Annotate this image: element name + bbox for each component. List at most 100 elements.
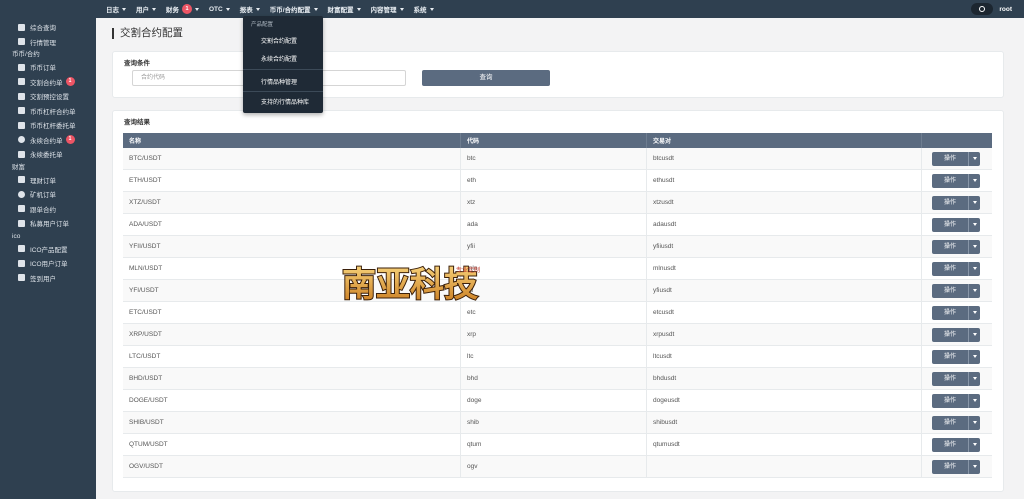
col-name-header: 名称 xyxy=(123,133,461,148)
action-button-group[interactable]: 操作 xyxy=(932,283,980,298)
action-button-group[interactable]: 操作 xyxy=(932,349,980,364)
sidebar-item-18[interactable]: 签到用户 xyxy=(0,271,96,286)
action-button-group[interactable]: 操作 xyxy=(932,239,980,254)
operate-button[interactable]: 操作 xyxy=(932,437,968,452)
operate-button[interactable]: 操作 xyxy=(932,283,968,298)
nav-item-5[interactable]: 币币/合约配置 xyxy=(270,4,318,14)
action-button-group[interactable]: 操作 xyxy=(932,173,980,188)
query-panel-title: 查询条件 xyxy=(124,60,150,67)
action-button-group[interactable]: 操作 xyxy=(932,195,980,210)
caret-down-icon xyxy=(972,179,977,182)
menu-item-delivery-contract[interactable]: 交割合约配置 xyxy=(261,36,297,45)
operate-dropdown-toggle[interactable] xyxy=(968,283,980,298)
operate-dropdown-toggle[interactable] xyxy=(968,393,980,408)
sidebar-item-16[interactable]: ICO产品配置 xyxy=(0,242,96,257)
operate-dropdown-toggle[interactable] xyxy=(968,261,980,276)
operate-dropdown-toggle[interactable] xyxy=(968,437,980,452)
cell-name: QTUM/USDT xyxy=(123,434,461,455)
sidebar-item-4[interactable]: 交割合约单 1 xyxy=(0,75,96,90)
operate-button[interactable]: 操作 xyxy=(932,195,968,210)
action-button-group[interactable]: 操作 xyxy=(932,459,980,474)
operate-button[interactable]: 操作 xyxy=(932,393,968,408)
action-button-group[interactable]: 操作 xyxy=(932,305,980,320)
sidebar-item-12[interactable]: 矿机订单 xyxy=(0,187,96,202)
nav-item-label: 用户 xyxy=(136,7,149,14)
table-row: BHD/USDT bhd bhdusdt 操作 xyxy=(123,368,992,390)
sidebar-item-13[interactable]: 跟单合约 xyxy=(0,202,96,217)
sidebar-item-6[interactable]: 币币杠杆合约单 xyxy=(0,104,96,119)
operate-dropdown-toggle[interactable] xyxy=(968,173,980,188)
operate-dropdown-toggle[interactable] xyxy=(968,349,980,364)
cell-action: 操作 xyxy=(922,346,992,367)
nav-item-4[interactable]: 报表 xyxy=(240,4,260,14)
menu-item-perpetual-contract[interactable]: 永续合约配置 xyxy=(261,54,297,63)
user-menu[interactable]: root xyxy=(971,3,1012,15)
operate-button[interactable]: 操作 xyxy=(932,217,968,232)
col-pair-header: 交易对 xyxy=(647,133,922,148)
operate-dropdown-toggle[interactable] xyxy=(968,371,980,386)
sidebar-item-9[interactable]: 永续委托单 xyxy=(0,147,96,162)
nav-item-2[interactable]: 财务 1 xyxy=(166,4,199,14)
action-button-group[interactable]: 操作 xyxy=(932,261,980,276)
menu-item-market-varieties[interactable]: 行情品种管理 xyxy=(261,77,297,86)
sidebar-item-7[interactable]: 币币杠杆委托单 xyxy=(0,118,96,133)
cell-code: etc xyxy=(461,302,647,323)
operate-dropdown-toggle[interactable] xyxy=(968,195,980,210)
nav-item-6[interactable]: 财富配置 xyxy=(328,4,361,14)
user-avatar[interactable] xyxy=(971,3,994,15)
caret-down-icon xyxy=(972,465,977,468)
operate-button[interactable]: 操作 xyxy=(932,261,968,276)
operate-button[interactable]: 操作 xyxy=(932,173,968,188)
operate-button[interactable]: 操作 xyxy=(932,305,968,320)
table-row: YFI/USDT yfi yfiusdt 操作 xyxy=(123,280,992,302)
action-button-group[interactable]: 操作 xyxy=(932,327,980,342)
table-row: OGV/USDT ogv 操作 xyxy=(123,456,992,478)
operate-button[interactable]: 操作 xyxy=(932,327,968,342)
search-button[interactable]: 查询 xyxy=(422,70,550,86)
nav-item-label: 内容管理 xyxy=(370,7,397,14)
operate-button[interactable]: 操作 xyxy=(932,239,968,254)
sidebar-item-label: 签到用户 xyxy=(30,275,56,283)
action-button-group[interactable]: 操作 xyxy=(932,371,980,386)
operate-button[interactable]: 操作 xyxy=(932,349,968,364)
operate-dropdown-toggle[interactable] xyxy=(968,239,980,254)
sidebar-item-0[interactable]: 综合查询 xyxy=(0,20,96,35)
sidebar-item-1[interactable]: 行情管理 xyxy=(0,35,96,50)
table-row: LTC/USDT ltc ltcusdt 操作 xyxy=(123,346,992,368)
action-button-group[interactable]: 操作 xyxy=(932,415,980,430)
operate-dropdown-toggle[interactable] xyxy=(968,415,980,430)
cell-action: 操作 xyxy=(922,412,992,433)
action-button-group[interactable]: 操作 xyxy=(932,437,980,452)
username[interactable]: root xyxy=(999,6,1012,13)
nav-item-8[interactable]: 系统 xyxy=(414,4,434,14)
action-button-group[interactable]: 操作 xyxy=(932,393,980,408)
cell-code: shib xyxy=(461,412,647,433)
nav-item-3[interactable]: OTC xyxy=(209,6,230,13)
operate-button[interactable]: 操作 xyxy=(932,459,968,474)
operate-button[interactable]: 操作 xyxy=(932,151,968,166)
menu-item-supported-varieties[interactable]: 支持的行情品种库 xyxy=(261,97,309,106)
operate-dropdown-toggle[interactable] xyxy=(968,459,980,474)
nav-item-label: 财富配置 xyxy=(327,7,354,14)
nav-item-1[interactable]: 用户 xyxy=(136,4,156,14)
operate-dropdown-toggle[interactable] xyxy=(968,327,980,342)
cell-action: 操作 xyxy=(922,390,992,411)
operate-dropdown-toggle[interactable] xyxy=(968,151,980,166)
cell-action: 操作 xyxy=(922,302,992,323)
sidebar-item-8[interactable]: 永续合约单 1 xyxy=(0,133,96,148)
table-row: YFII/USDT yfii yfiiusdt 操作 xyxy=(123,236,992,258)
operate-button[interactable]: 操作 xyxy=(932,371,968,386)
action-button-group[interactable]: 操作 xyxy=(932,217,980,232)
action-button-group[interactable]: 操作 xyxy=(932,151,980,166)
sidebar-item-17[interactable]: ICO用户订单 xyxy=(0,256,96,271)
sidebar-item-3[interactable]: 币币订单 xyxy=(0,60,96,75)
operate-dropdown-toggle[interactable] xyxy=(968,217,980,232)
operate-button[interactable]: 操作 xyxy=(932,415,968,430)
nav-item-7[interactable]: 内容管理 xyxy=(371,4,404,14)
sidebar-item-11[interactable]: 理财订单 xyxy=(0,173,96,188)
operate-dropdown-toggle[interactable] xyxy=(968,305,980,320)
sidebar-item-14[interactable]: 私募用户订单 xyxy=(0,216,96,231)
sidebar-item-5[interactable]: 交割预控设置 xyxy=(0,89,96,104)
nav-item-0[interactable]: 日志 xyxy=(106,4,126,14)
caret-down-icon xyxy=(429,7,434,11)
